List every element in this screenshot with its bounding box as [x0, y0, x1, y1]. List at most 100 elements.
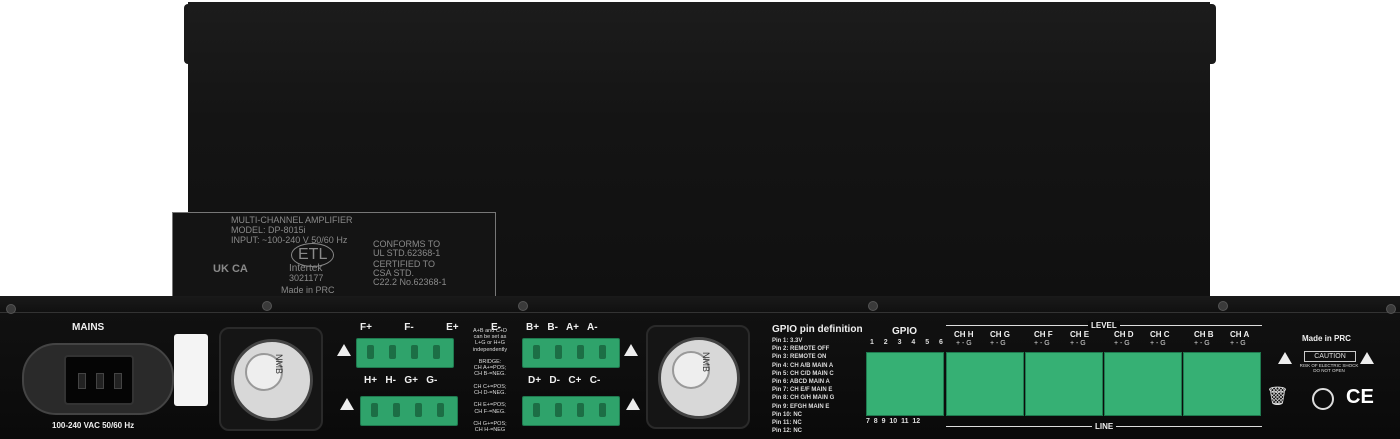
fan-brand: NMB: [701, 352, 711, 372]
speaker-terminal-dc[interactable]: [522, 396, 620, 426]
line-input-ch-h-g[interactable]: [946, 352, 1024, 416]
pin-marks: + - G: [1114, 340, 1130, 347]
label-d-minus: D-: [549, 375, 560, 386]
warning-icon: [340, 398, 354, 410]
conforms-line-2: UL STD.62368-1: [373, 248, 441, 258]
iec-inlet: [64, 355, 134, 405]
label-c-minus: C-: [589, 375, 601, 386]
gpio-bottom-numbers: 7 8 9 10 11 12: [866, 418, 920, 426]
screw: [1386, 304, 1396, 314]
gpio-num: 6: [938, 339, 943, 346]
gpio-num: 11: [901, 418, 909, 425]
mains-socket[interactable]: [22, 343, 174, 415]
label-a-plus: A+: [565, 322, 579, 333]
caution-box: CAUTION: [1304, 351, 1356, 362]
gpio-pin-item: Pin 5: CH C/D MAIN C: [772, 370, 834, 377]
label-line-1: MULTI-CHANNEL AMPLIFIER: [231, 215, 353, 225]
gpio-num: 9: [881, 418, 886, 425]
warning-icon: [1360, 352, 1374, 364]
gpio-pin-item: Pin 6: ABCD MAIN A: [772, 379, 830, 386]
warning-icon: [1278, 352, 1292, 364]
line-input-ch-b-a[interactable]: [1183, 352, 1261, 416]
warning-icon: [337, 344, 351, 356]
ce-mark: CE: [1346, 386, 1374, 408]
gpio-num: 1: [870, 339, 874, 346]
gpio-top-numbers: 1 2 3 4 5 6: [870, 339, 943, 347]
gpio-pin-list: Pin 1: 3.3V Pin 2: REMOTE OFF Pin 3: REM…: [772, 337, 834, 435]
gpio-definition-title: GPIO pin definition: [772, 324, 863, 335]
screw: [262, 301, 272, 311]
gpio-pin-item: Pin 4: CH A/B MAIN A: [772, 362, 834, 369]
warning-icon: [626, 398, 640, 410]
pin-marks: + - G: [956, 340, 972, 347]
label-c-plus: C+: [568, 375, 582, 386]
speaker-terminal-ba[interactable]: [522, 338, 620, 368]
warning-icon: [624, 344, 638, 356]
socket-pin: [96, 373, 104, 389]
cooling-fan-right: NMB: [646, 325, 750, 429]
label-line-3: INPUT: ~100-240 V 50/60 Hz: [231, 235, 348, 245]
fan-brand: NMB: [274, 354, 284, 374]
label-b-plus: B+: [526, 322, 540, 333]
gpio-pin-item: Pin 3: REMOTE ON: [772, 354, 827, 361]
label-h-plus: H+: [364, 375, 378, 386]
line-input-ch-f-e[interactable]: [1025, 352, 1103, 416]
gpio-pin-item: Pin 11: NC: [772, 420, 802, 427]
label-f-plus: F+: [360, 322, 372, 333]
weee-bin-icon: 🗑: [1266, 386, 1289, 406]
ch-h-label: CH H: [954, 330, 974, 339]
speaker-terminal-fe[interactable]: [356, 338, 454, 368]
screw: [518, 301, 528, 311]
label-f-minus: F-: [404, 322, 414, 333]
ukca-mark: UK CA: [213, 263, 248, 275]
pin-marks: + - G: [1194, 340, 1210, 347]
label-a-minus: A-: [586, 322, 598, 333]
bridge-note: A+B and C+D can be set as L+G or H+G ind…: [464, 328, 516, 433]
pin-marks: + - G: [1070, 340, 1086, 347]
made-in-label: Made in PRC: [1302, 334, 1351, 343]
bridge-note-line: CH H-=NEG: [474, 427, 506, 434]
gpio-num: 12: [912, 418, 921, 425]
socket-pin: [114, 373, 122, 389]
ch-f-label: CH F: [1034, 330, 1053, 339]
ch-d-label: CH D: [1114, 330, 1134, 339]
line-input-ch-d-c[interactable]: [1104, 352, 1182, 416]
label-g-minus: G-: [426, 375, 438, 386]
gpio-num: 3: [897, 339, 902, 346]
gpio-num: 5: [925, 339, 930, 346]
screw: [6, 304, 16, 314]
socket-pin: [78, 373, 86, 389]
gpio-title: GPIO: [892, 326, 918, 337]
product-label-plate: MULTI-CHANNEL AMPLIFIER MODEL: DP-8015i …: [172, 212, 496, 300]
gpio-num: 10: [889, 418, 898, 425]
gpio-pin-item: Pin 12: NC: [772, 428, 803, 435]
ch-e-label: CH E: [1070, 330, 1090, 339]
screw: [868, 301, 878, 311]
label-line-2: MODEL: DP-8015i: [231, 225, 306, 235]
screw: [1218, 301, 1228, 311]
gpio-pin-item: Pin 2: REMOTE OFF: [772, 346, 830, 353]
gpio-pin-item: Pin 8: CH G/H MAIN G: [772, 395, 835, 402]
label-g-plus: G+: [404, 375, 418, 386]
gpio-pin-item: Pin 9: EFGH MAIN E: [772, 403, 830, 410]
circle-mark-icon: [1312, 388, 1334, 410]
mains-title: MAINS: [72, 322, 105, 333]
label-d-plus: D+: [528, 375, 542, 386]
ch-a-label: CH A: [1230, 330, 1250, 339]
gpio-pin-item: Pin 1: 3.3V: [772, 338, 803, 344]
pin-marks: + - G: [1034, 340, 1050, 347]
gpio-pin-item: Pin 7: CH E/F MAIN E: [772, 387, 833, 394]
cooling-fan-left: NMB: [219, 327, 323, 431]
speaker-terminal-hg[interactable]: [360, 396, 458, 426]
pin-marks: + - G: [1150, 340, 1166, 347]
label-b-minus: B-: [547, 322, 558, 333]
label-h-minus: H-: [385, 375, 396, 386]
gpio-pin-item: Pin 10: NC: [772, 411, 803, 418]
ch-b-label: CH B: [1194, 330, 1214, 339]
pin-marks: + - G: [990, 340, 1006, 347]
label-made-in: Made in PRC: [281, 285, 335, 295]
ch-g-label: CH G: [990, 330, 1010, 339]
gpio-connector[interactable]: [866, 352, 944, 416]
serial-sticker: [174, 334, 208, 406]
output-labels-dc: D+ D- C+ C-: [528, 375, 600, 386]
